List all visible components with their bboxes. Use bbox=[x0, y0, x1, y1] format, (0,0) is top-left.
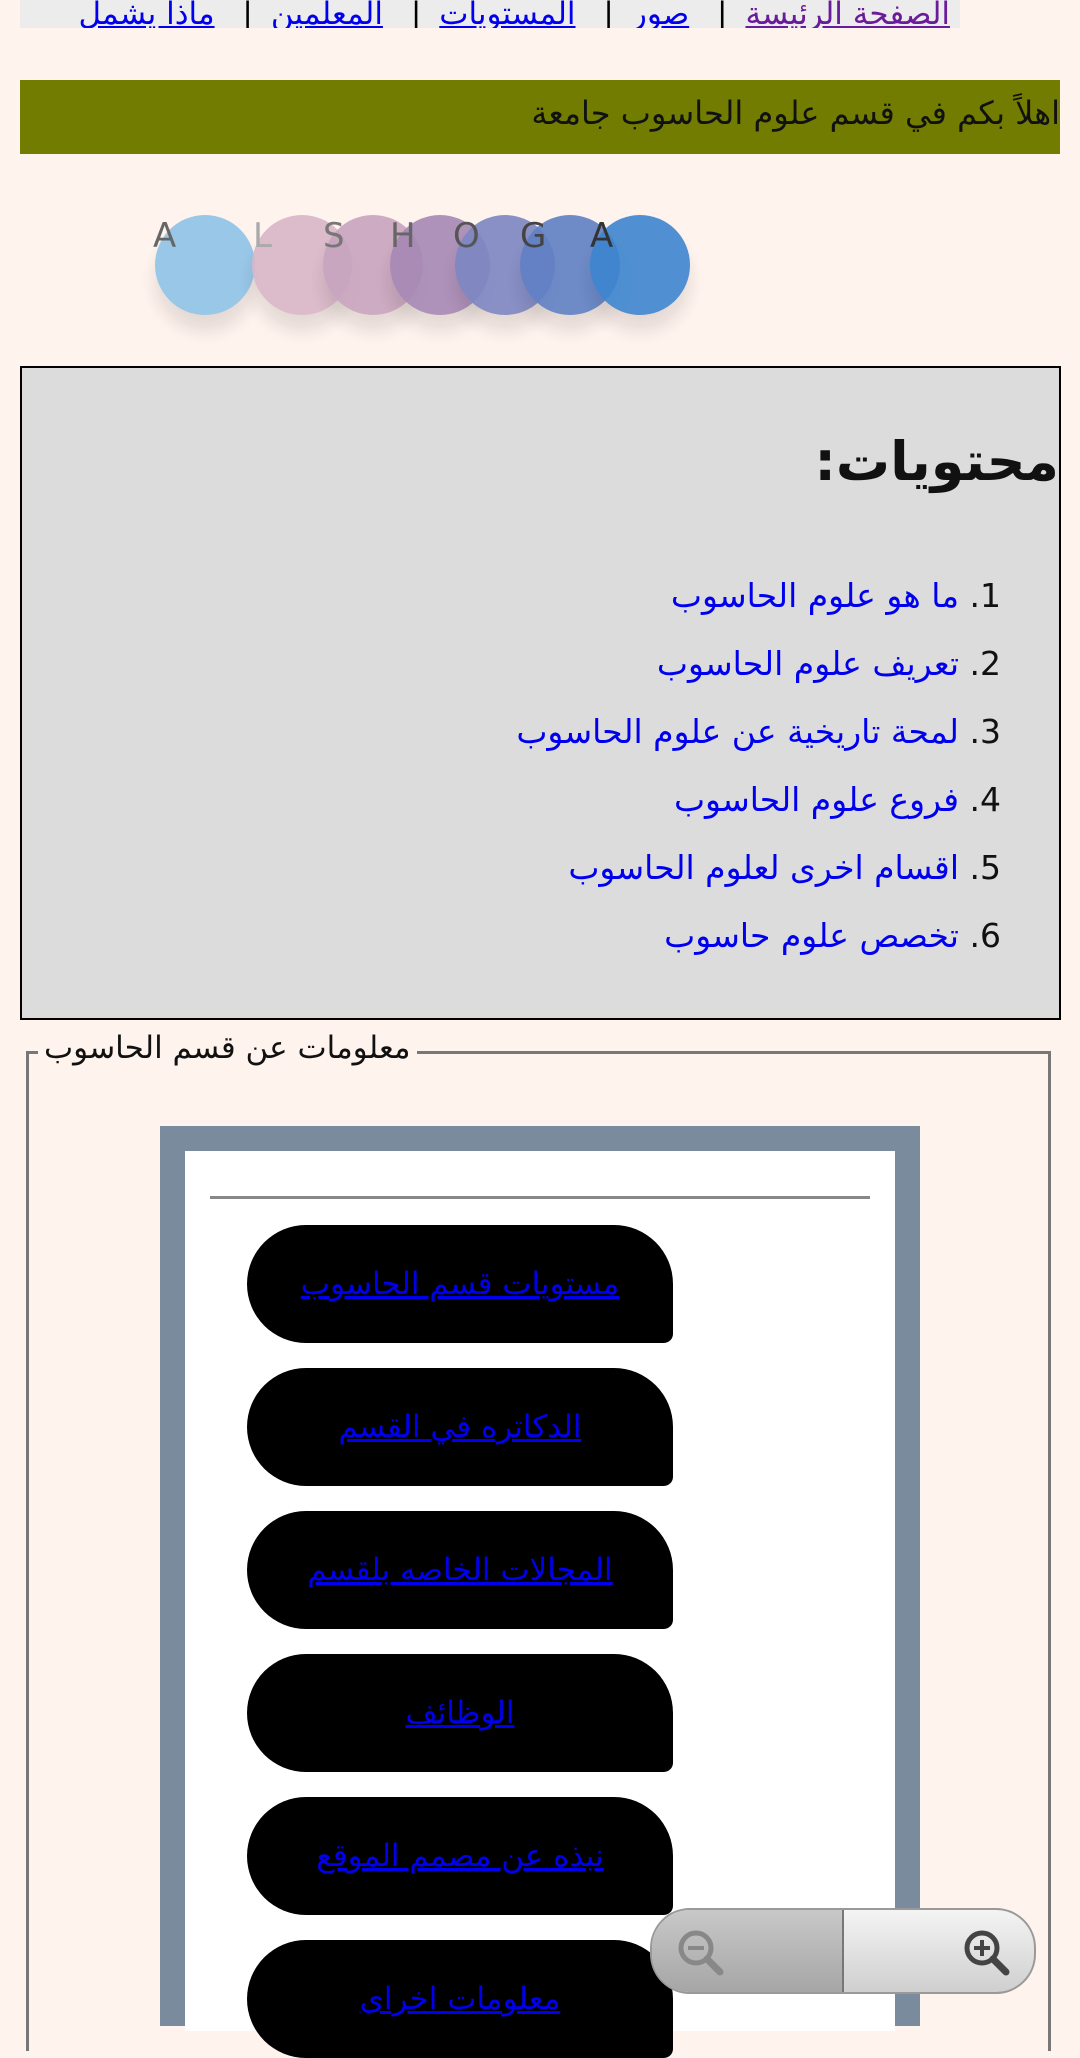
contents-link[interactable]: تعريف علوم الحاسوب bbox=[657, 644, 959, 683]
info-legend: معلومات عن قسم الحاسوب bbox=[38, 1030, 417, 1066]
nav-home[interactable]: الصفحة الرئيسة bbox=[735, 0, 960, 28]
contents-link[interactable]: ما هو علوم الحاسوب bbox=[671, 576, 959, 615]
contents-link[interactable]: تخصص علوم حاسوب bbox=[664, 916, 959, 955]
item-number: 2. bbox=[969, 644, 1002, 683]
nav-teachers[interactable]: المعلمين bbox=[261, 0, 393, 28]
contents-item-2: 2. تعريف علوم الحاسوب bbox=[516, 630, 1001, 698]
zoom-out-button[interactable] bbox=[652, 1910, 842, 1992]
zoom-in-button[interactable] bbox=[844, 1910, 1034, 1992]
zoom-in-icon bbox=[964, 1930, 1010, 1976]
contents-item-5: 5. اقسام اخرى لعلوم الحاسوب bbox=[516, 834, 1001, 902]
nav-separator: | bbox=[410, 0, 422, 28]
levels-button[interactable]: مستويات قسم الحاسوب bbox=[247, 1225, 673, 1343]
logo-letter: A bbox=[590, 216, 614, 256]
contents-list: 1. ما هو علوم الحاسوب 2. تعريف علوم الحا… bbox=[516, 562, 1001, 970]
contents-item-4: 4. فروع علوم الحاسوب bbox=[516, 766, 1001, 834]
divider bbox=[210, 1196, 870, 1199]
item-number: 5. bbox=[969, 848, 1002, 887]
contents-link[interactable]: اقسام اخرى لعلوم الحاسوب bbox=[568, 848, 959, 887]
nav-separator: | bbox=[717, 0, 728, 28]
nav-levels[interactable]: المستويات bbox=[429, 0, 585, 28]
top-nav: الصفحة الرئيسة| صور| المستويات| المعلمين… bbox=[20, 0, 960, 28]
contents-title: محتويات: bbox=[814, 430, 1059, 493]
welcome-banner: اهلاً بكم في قسم علوم الحاسوب جامعة bbox=[20, 80, 1060, 154]
logo-letter: S bbox=[323, 216, 345, 256]
fields-link[interactable]: المجالات الخاصه بلقسم bbox=[307, 1552, 612, 1588]
doctors-link[interactable]: الدكاتره في القسم bbox=[339, 1409, 582, 1445]
designer-link[interactable]: نبذه عن مصمم الموقع bbox=[316, 1838, 604, 1874]
nav-separator: | bbox=[242, 0, 253, 28]
more-info-link[interactable]: معلومات اخراى bbox=[360, 1981, 561, 2017]
nav-what-includes[interactable]: ماذا يشمل bbox=[69, 0, 225, 28]
jobs-link[interactable]: الوظائف bbox=[406, 1695, 515, 1731]
item-number: 4. bbox=[969, 780, 1002, 819]
jobs-button[interactable]: الوظائف bbox=[247, 1654, 673, 1772]
contents-item-6: 6. تخصص علوم حاسوب bbox=[516, 902, 1001, 970]
item-number: 6. bbox=[969, 916, 1002, 955]
welcome-text: اهلاً بكم في قسم علوم الحاسوب جامعة bbox=[531, 94, 1060, 132]
contents-link[interactable]: لمحة تاريخية عن علوم الحاسوب bbox=[516, 712, 959, 751]
zoom-out-icon bbox=[678, 1930, 724, 1976]
logo-letter: L bbox=[253, 216, 272, 256]
levels-link[interactable]: مستويات قسم الحاسوب bbox=[301, 1266, 619, 1302]
logo-letter: A bbox=[153, 216, 177, 256]
fields-button[interactable]: المجالات الخاصه بلقسم bbox=[247, 1511, 673, 1629]
nav-photos[interactable]: صور bbox=[622, 0, 699, 28]
item-number: 3. bbox=[969, 712, 1002, 751]
nav-separator: | bbox=[603, 0, 614, 28]
contents-box: محتويات: 1. ما هو علوم الحاسوب 2. تعريف … bbox=[20, 366, 1061, 1020]
logo-letter: H bbox=[390, 216, 416, 256]
doctors-button[interactable]: الدكاتره في القسم bbox=[247, 1368, 673, 1486]
designer-button[interactable]: نبذه عن مصمم الموقع bbox=[247, 1797, 673, 1915]
logo-letter: O bbox=[453, 216, 480, 256]
item-number: 1. bbox=[969, 576, 1002, 615]
contents-item-1: 1. ما هو علوم الحاسوب bbox=[516, 562, 1001, 630]
logo-letter: G bbox=[520, 216, 547, 256]
contents-item-3: 3. لمحة تاريخية عن علوم الحاسوب bbox=[516, 698, 1001, 766]
zoom-control bbox=[650, 1908, 1036, 1994]
contents-link[interactable]: فروع علوم الحاسوب bbox=[674, 780, 959, 819]
more-info-button[interactable]: معلومات اخراى bbox=[247, 1940, 673, 2058]
